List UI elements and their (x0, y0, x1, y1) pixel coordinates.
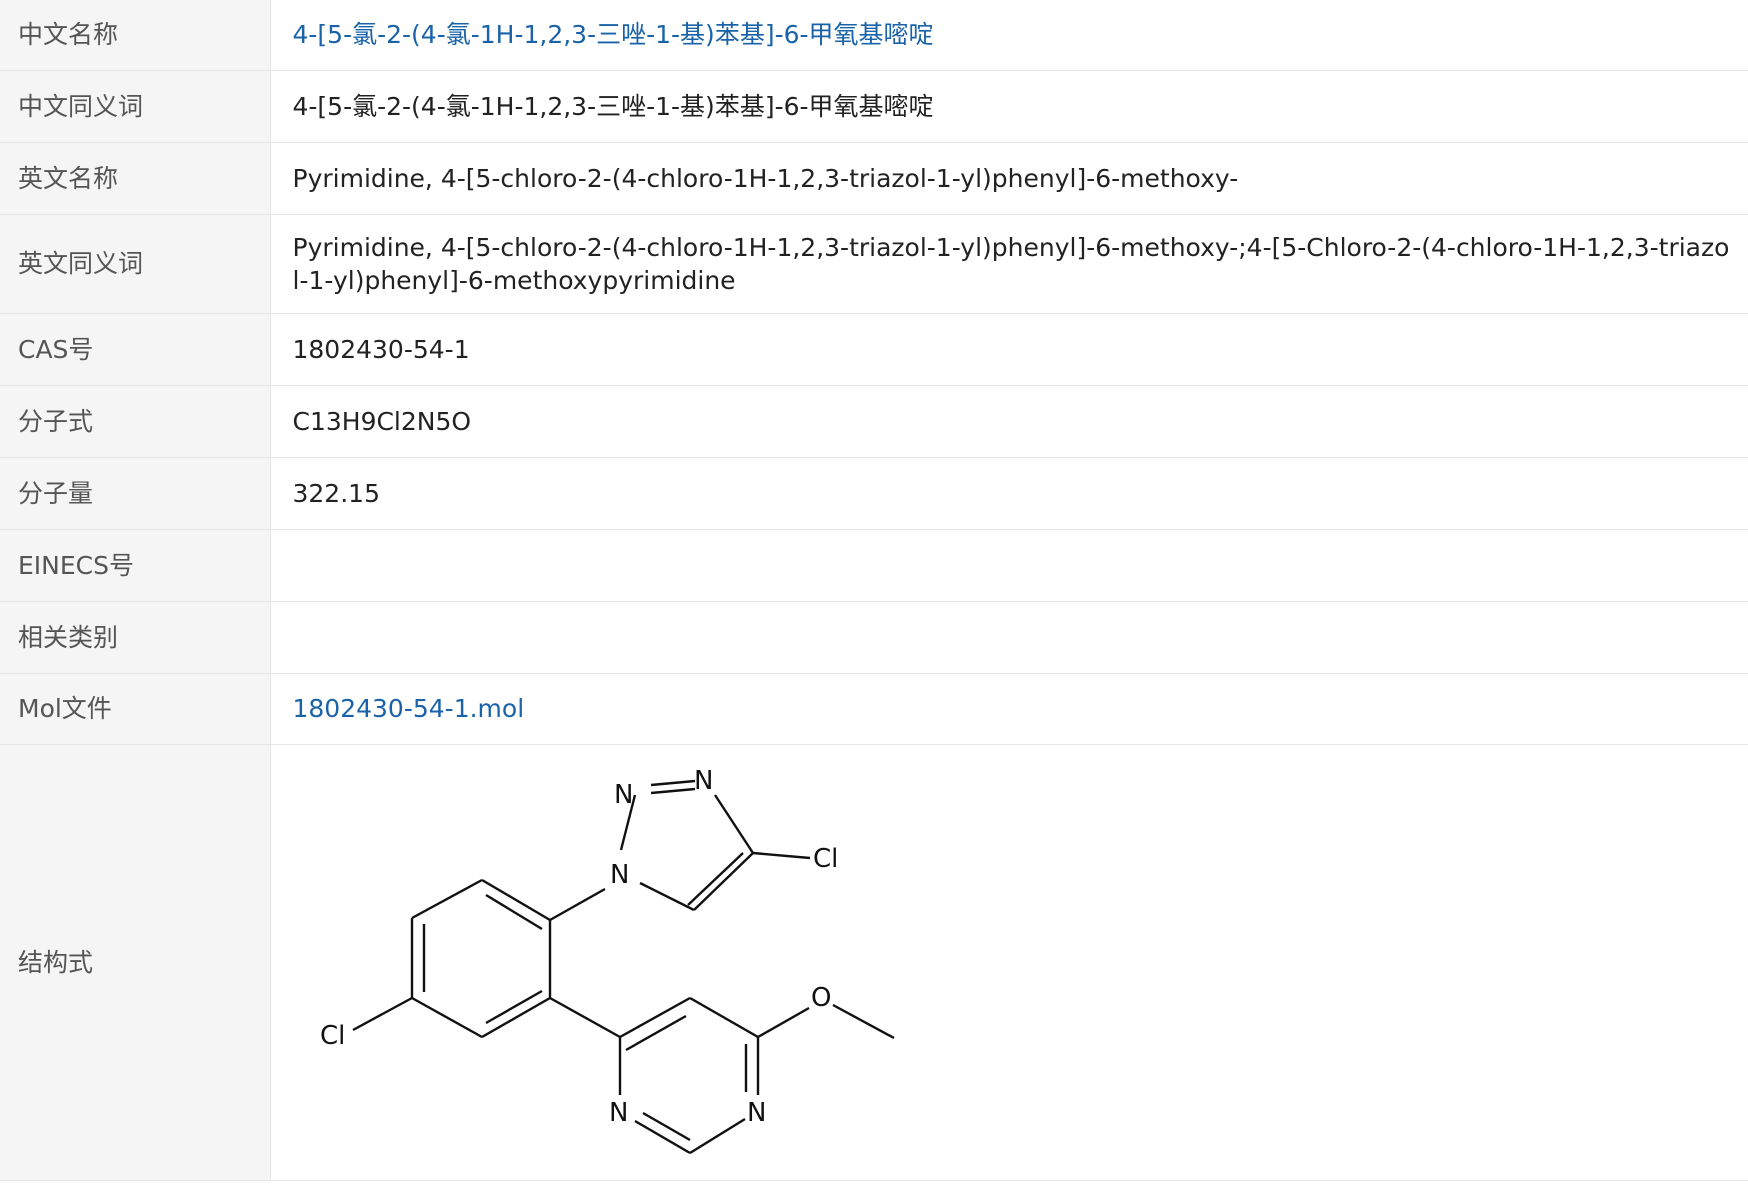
row-value: 1802430-54-1.mol (270, 673, 1748, 745)
table-row: 中文名称 4-[5-氯-2-(4-氯-1H-1,2,3-三唑-1-基)苯基]-6… (0, 0, 1748, 71)
bond (650, 787, 695, 795)
row-value: 1802430-54-1 (270, 313, 1748, 386)
bond (650, 779, 695, 787)
bond (618, 996, 691, 1039)
bond (548, 887, 606, 922)
structure-diagram: N N N Cl Cl O N N (320, 766, 895, 1155)
bond (756, 1006, 810, 1039)
bond (351, 996, 413, 1032)
table-row: CAS号 1802430-54-1 (0, 313, 1748, 386)
atom-label: Cl (320, 1021, 345, 1051)
chinese-name-link[interactable]: 4-[5-氯-2-(4-氯-1H-1,2,3-三唑-1-基)苯基]-6-甲氧基嘧… (293, 20, 934, 49)
atom-label: O (811, 983, 831, 1013)
row-label: EINECS号 (0, 529, 271, 602)
bond (633, 1119, 691, 1155)
structure-cell: N N N Cl Cl O N N (270, 744, 1748, 1181)
table-row: 英文同义词 Pyrimidine, 4-[5-chloro-2-(4-chlor… (0, 214, 1748, 314)
row-value (270, 601, 1748, 674)
row-label: 分子量 (0, 457, 271, 530)
mol-file-link[interactable]: 1802430-54-1.mol (293, 694, 525, 723)
compound-properties-table: 中文名称 4-[5-氯-2-(4-氯-1H-1,2,3-三唑-1-基)苯基]-6… (0, 0, 1748, 1181)
row-value: C13H9Cl2N5O (270, 385, 1748, 458)
row-value: 4-[5-氯-2-(4-氯-1H-1,2,3-三唑-1-基)苯基]-6-甲氧基嘧… (270, 0, 1748, 71)
bond (688, 1117, 746, 1155)
bond (713, 794, 754, 854)
row-value: Pyrimidine, 4-[5-chloro-2-(4-chloro-1H-1… (270, 214, 1748, 314)
bond (480, 996, 551, 1039)
row-label: 中文名称 (0, 0, 271, 71)
bond (641, 1111, 691, 1142)
atom-label: N (747, 1098, 766, 1128)
table-row: EINECS号 (0, 529, 1748, 602)
row-label: 结构式 (0, 744, 271, 1181)
row-value: 4-[5-氯-2-(4-氯-1H-1,2,3-三唑-1-基)苯基]-6-甲氧基嘧… (270, 70, 1748, 143)
table-row: 中文同义词 4-[5-氯-2-(4-氯-1H-1,2,3-三唑-1-基)苯基]-… (0, 70, 1748, 143)
table-row: 相关类别 (0, 601, 1748, 674)
bond (638, 881, 695, 912)
row-value: 322.15 (270, 457, 1748, 530)
row-label: CAS号 (0, 313, 271, 386)
row-label: 相关类别 (0, 601, 271, 674)
table-row: 分子量 322.15 (0, 457, 1748, 530)
bond (686, 852, 744, 906)
bond (692, 852, 754, 911)
row-value: Pyrimidine, 4-[5-chloro-2-(4-chloro-1H-1… (270, 142, 1748, 215)
atom-label: N (610, 860, 629, 890)
table-row: 分子式 C13H9Cl2N5O (0, 385, 1748, 458)
atom-label: N (614, 780, 633, 810)
bond (548, 996, 621, 1039)
row-label: 分子式 (0, 385, 271, 458)
bond (752, 851, 810, 860)
row-label: 英文名称 (0, 142, 271, 215)
bond (624, 1014, 687, 1052)
atom-label: N (694, 766, 713, 796)
row-label: 英文同义词 (0, 214, 271, 314)
table-row: 英文名称 Pyrimidine, 4-[5-chloro-2-(4-chloro… (0, 142, 1748, 215)
atom-label: N (609, 1098, 628, 1128)
table-row: Mol文件 1802430-54-1.mol (0, 673, 1748, 745)
table-row: 结构式 N N N Cl Cl O N N (0, 744, 1748, 1181)
row-label: 中文同义词 (0, 70, 271, 143)
atom-label: Cl (813, 844, 838, 874)
bond (831, 1003, 895, 1040)
row-label: Mol文件 (0, 673, 271, 745)
bond (410, 996, 483, 1039)
row-value (270, 529, 1748, 602)
bond (688, 996, 759, 1039)
bond (410, 878, 483, 920)
